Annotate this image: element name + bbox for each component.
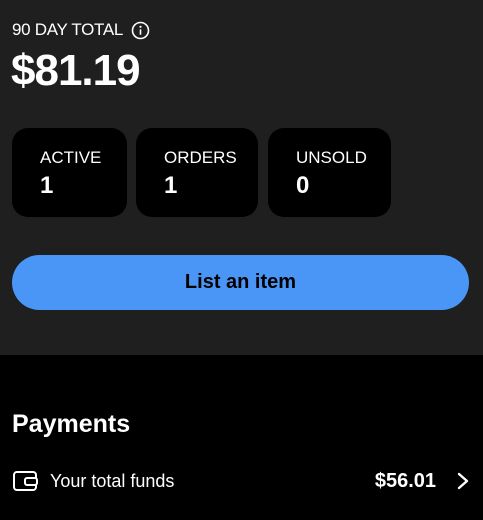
stat-card-orders[interactable]: ORDERS 1	[136, 128, 258, 217]
total-label: 90 DAY TOTAL	[12, 20, 124, 39]
stat-card-unsold[interactable]: UNSOLD 0	[268, 128, 391, 217]
stat-label-active: ACTIVE	[40, 148, 102, 167]
total-value: $81.19	[11, 46, 141, 95]
total-funds-value: $56.01	[374, 469, 436, 492]
seller-summary-panel: 90 DAY TOTAL $81.19 ACTIVE 1 ORDERS 1 UN…	[0, 0, 483, 355]
stat-label-orders: ORDERS	[164, 148, 237, 167]
stat-label-unsold: UNSOLD	[296, 148, 367, 167]
wallet-icon	[12, 469, 40, 493]
stat-card-active[interactable]: ACTIVE 1	[12, 128, 127, 217]
chevron-right-icon	[456, 472, 470, 490]
total-label-row: 90 DAY TOTAL	[12, 20, 150, 40]
stat-value-unsold: 0	[296, 172, 310, 199]
info-icon[interactable]	[131, 21, 150, 40]
stat-value-active: 1	[40, 172, 54, 199]
payments-heading: Payments	[12, 410, 131, 438]
total-funds-label: Your total funds	[50, 470, 175, 491]
list-an-item-button[interactable]: List an item	[12, 255, 469, 310]
total-funds-row[interactable]: Your total funds $56.01	[12, 462, 472, 500]
stat-value-orders: 1	[164, 172, 178, 199]
